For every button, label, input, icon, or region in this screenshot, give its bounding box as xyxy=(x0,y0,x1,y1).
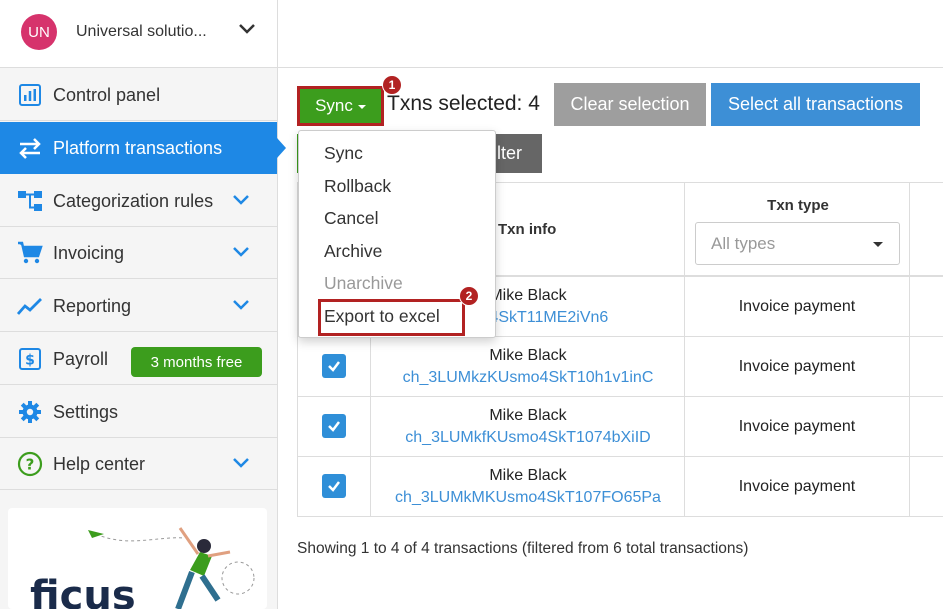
payer-name: Mike Black xyxy=(489,407,567,424)
payer-name: Mike Black xyxy=(489,467,567,484)
menu-item-cancel[interactable]: Cancel xyxy=(324,208,378,229)
sidebar-item-label: Invoicing xyxy=(53,243,125,263)
transaction-id-link[interactable]: ch_3LUMkMKUsmo4SkT107FO65Pa xyxy=(372,489,684,507)
chevron-down-icon[interactable] xyxy=(232,456,250,474)
gear-icon xyxy=(17,399,43,425)
payer-name: Mike Black xyxy=(489,347,567,364)
chevron-down-icon[interactable] xyxy=(232,298,250,316)
transaction-id-link[interactable]: ch_3LUMkfKUsmo4SkT1074bXiID xyxy=(372,429,684,447)
transaction-type: Invoice payment xyxy=(684,457,910,517)
organization-switcher[interactable]: UN Universal solutio... xyxy=(0,0,277,68)
sidebar: UN Universal solutio... Control panel Pl… xyxy=(0,0,286,609)
promo-illustration: ficus xyxy=(30,527,255,609)
transaction-type: Invoice payment xyxy=(684,277,910,337)
sidebar-item-label: Settings xyxy=(53,402,119,422)
export-highlight-box xyxy=(318,299,465,336)
table-row: Mike Black ch_3LUMkfKUsmo4SkT1074bXiID I… xyxy=(298,397,943,457)
sidebar-item-control-panel[interactable]: Control panel xyxy=(0,69,277,121)
sidebar-item-label: Control panel xyxy=(53,85,161,105)
caret-down-icon xyxy=(873,242,883,247)
menu-item-sync[interactable]: Sync xyxy=(324,143,363,164)
sync-dropdown-menu: Sync Rollback Cancel Archive Unarchive E… xyxy=(298,130,496,338)
promo-badge: 3 months free xyxy=(131,347,262,377)
table-row: Mike Black ch_3LUMkMKUsmo4SkT107FO65Pa I… xyxy=(298,457,943,517)
chevron-down-icon[interactable] xyxy=(238,22,256,40)
hierarchy-icon xyxy=(17,188,43,214)
bar-chart-icon xyxy=(17,82,43,108)
sync-button[interactable]: Sync xyxy=(297,86,384,126)
sidebar-item-payroll[interactable]: $ Payroll 3 months free xyxy=(0,333,277,385)
sidebar-item-platform-transactions[interactable]: Platform transactions xyxy=(0,122,286,174)
top-bar xyxy=(278,0,943,68)
check-icon xyxy=(328,421,340,432)
caret-down-icon xyxy=(357,105,366,109)
check-icon xyxy=(328,481,340,492)
sidebar-item-label: Help center xyxy=(53,454,146,474)
svg-text:$: $ xyxy=(25,353,35,369)
select-all-button[interactable]: Select all transactions xyxy=(711,83,920,126)
sidebar-item-label: Payroll xyxy=(53,349,109,369)
sidebar-item-label: Categorization rules xyxy=(53,191,214,211)
menu-item-unarchive: Unarchive xyxy=(324,273,403,293)
check-icon xyxy=(328,361,340,372)
table-row: Mike Black ch_3LUMkzKUsmo4SkT10h1v1inC I… xyxy=(298,337,943,397)
promo-logo: ficus xyxy=(30,573,136,609)
transaction-type: Invoice payment xyxy=(684,397,910,457)
clear-selection-button[interactable]: Clear selection xyxy=(554,83,706,126)
sidebar-item-label: Platform transactions xyxy=(53,138,223,158)
sidebar-item-settings[interactable]: Settings xyxy=(0,386,277,438)
promo-card: ficus xyxy=(8,508,267,609)
menu-item-archive[interactable]: Archive xyxy=(324,241,382,262)
selected-count: Txns selected: 4 xyxy=(387,92,540,115)
column-header-txn-type: Txn type All types xyxy=(684,183,910,277)
row-checkbox[interactable] xyxy=(322,354,346,378)
row-checkbox[interactable] xyxy=(322,414,346,438)
sidebar-item-label: Reporting xyxy=(53,296,132,316)
column-header-txn-info: Txn info xyxy=(498,221,557,238)
sidebar-item-reporting[interactable]: Reporting xyxy=(0,280,277,332)
menu-item-rollback[interactable]: Rollback xyxy=(324,176,391,197)
row-checkbox[interactable] xyxy=(322,474,346,498)
avatar: UN xyxy=(21,14,57,50)
transaction-id-link[interactable]: ch_3LUMkzKUsmo4SkT10h1v1inC xyxy=(372,369,684,387)
dollar-card-icon: $ xyxy=(17,346,43,372)
chevron-down-icon[interactable] xyxy=(232,193,250,211)
sidebar-item-invoicing[interactable]: Invoicing xyxy=(0,227,277,279)
step-marker-2: 2 xyxy=(459,286,479,306)
sidebar-item-categorization-rules[interactable]: Categorization rules xyxy=(0,175,277,227)
transaction-type: Invoice payment xyxy=(684,337,910,397)
pagination-info: Showing 1 to 4 of 4 transactions (filter… xyxy=(297,540,749,557)
svg-text:?: ? xyxy=(26,456,35,474)
organization-name: Universal solutio... xyxy=(76,23,207,40)
trend-line-icon xyxy=(17,293,43,319)
chevron-down-icon[interactable] xyxy=(232,245,250,263)
transfer-arrows-icon xyxy=(17,135,43,161)
txn-type-filter[interactable]: All types xyxy=(695,222,900,265)
help-circle-icon: ? xyxy=(17,451,43,477)
sidebar-item-help-center[interactable]: ? Help center xyxy=(0,438,277,490)
cart-icon xyxy=(17,240,43,266)
